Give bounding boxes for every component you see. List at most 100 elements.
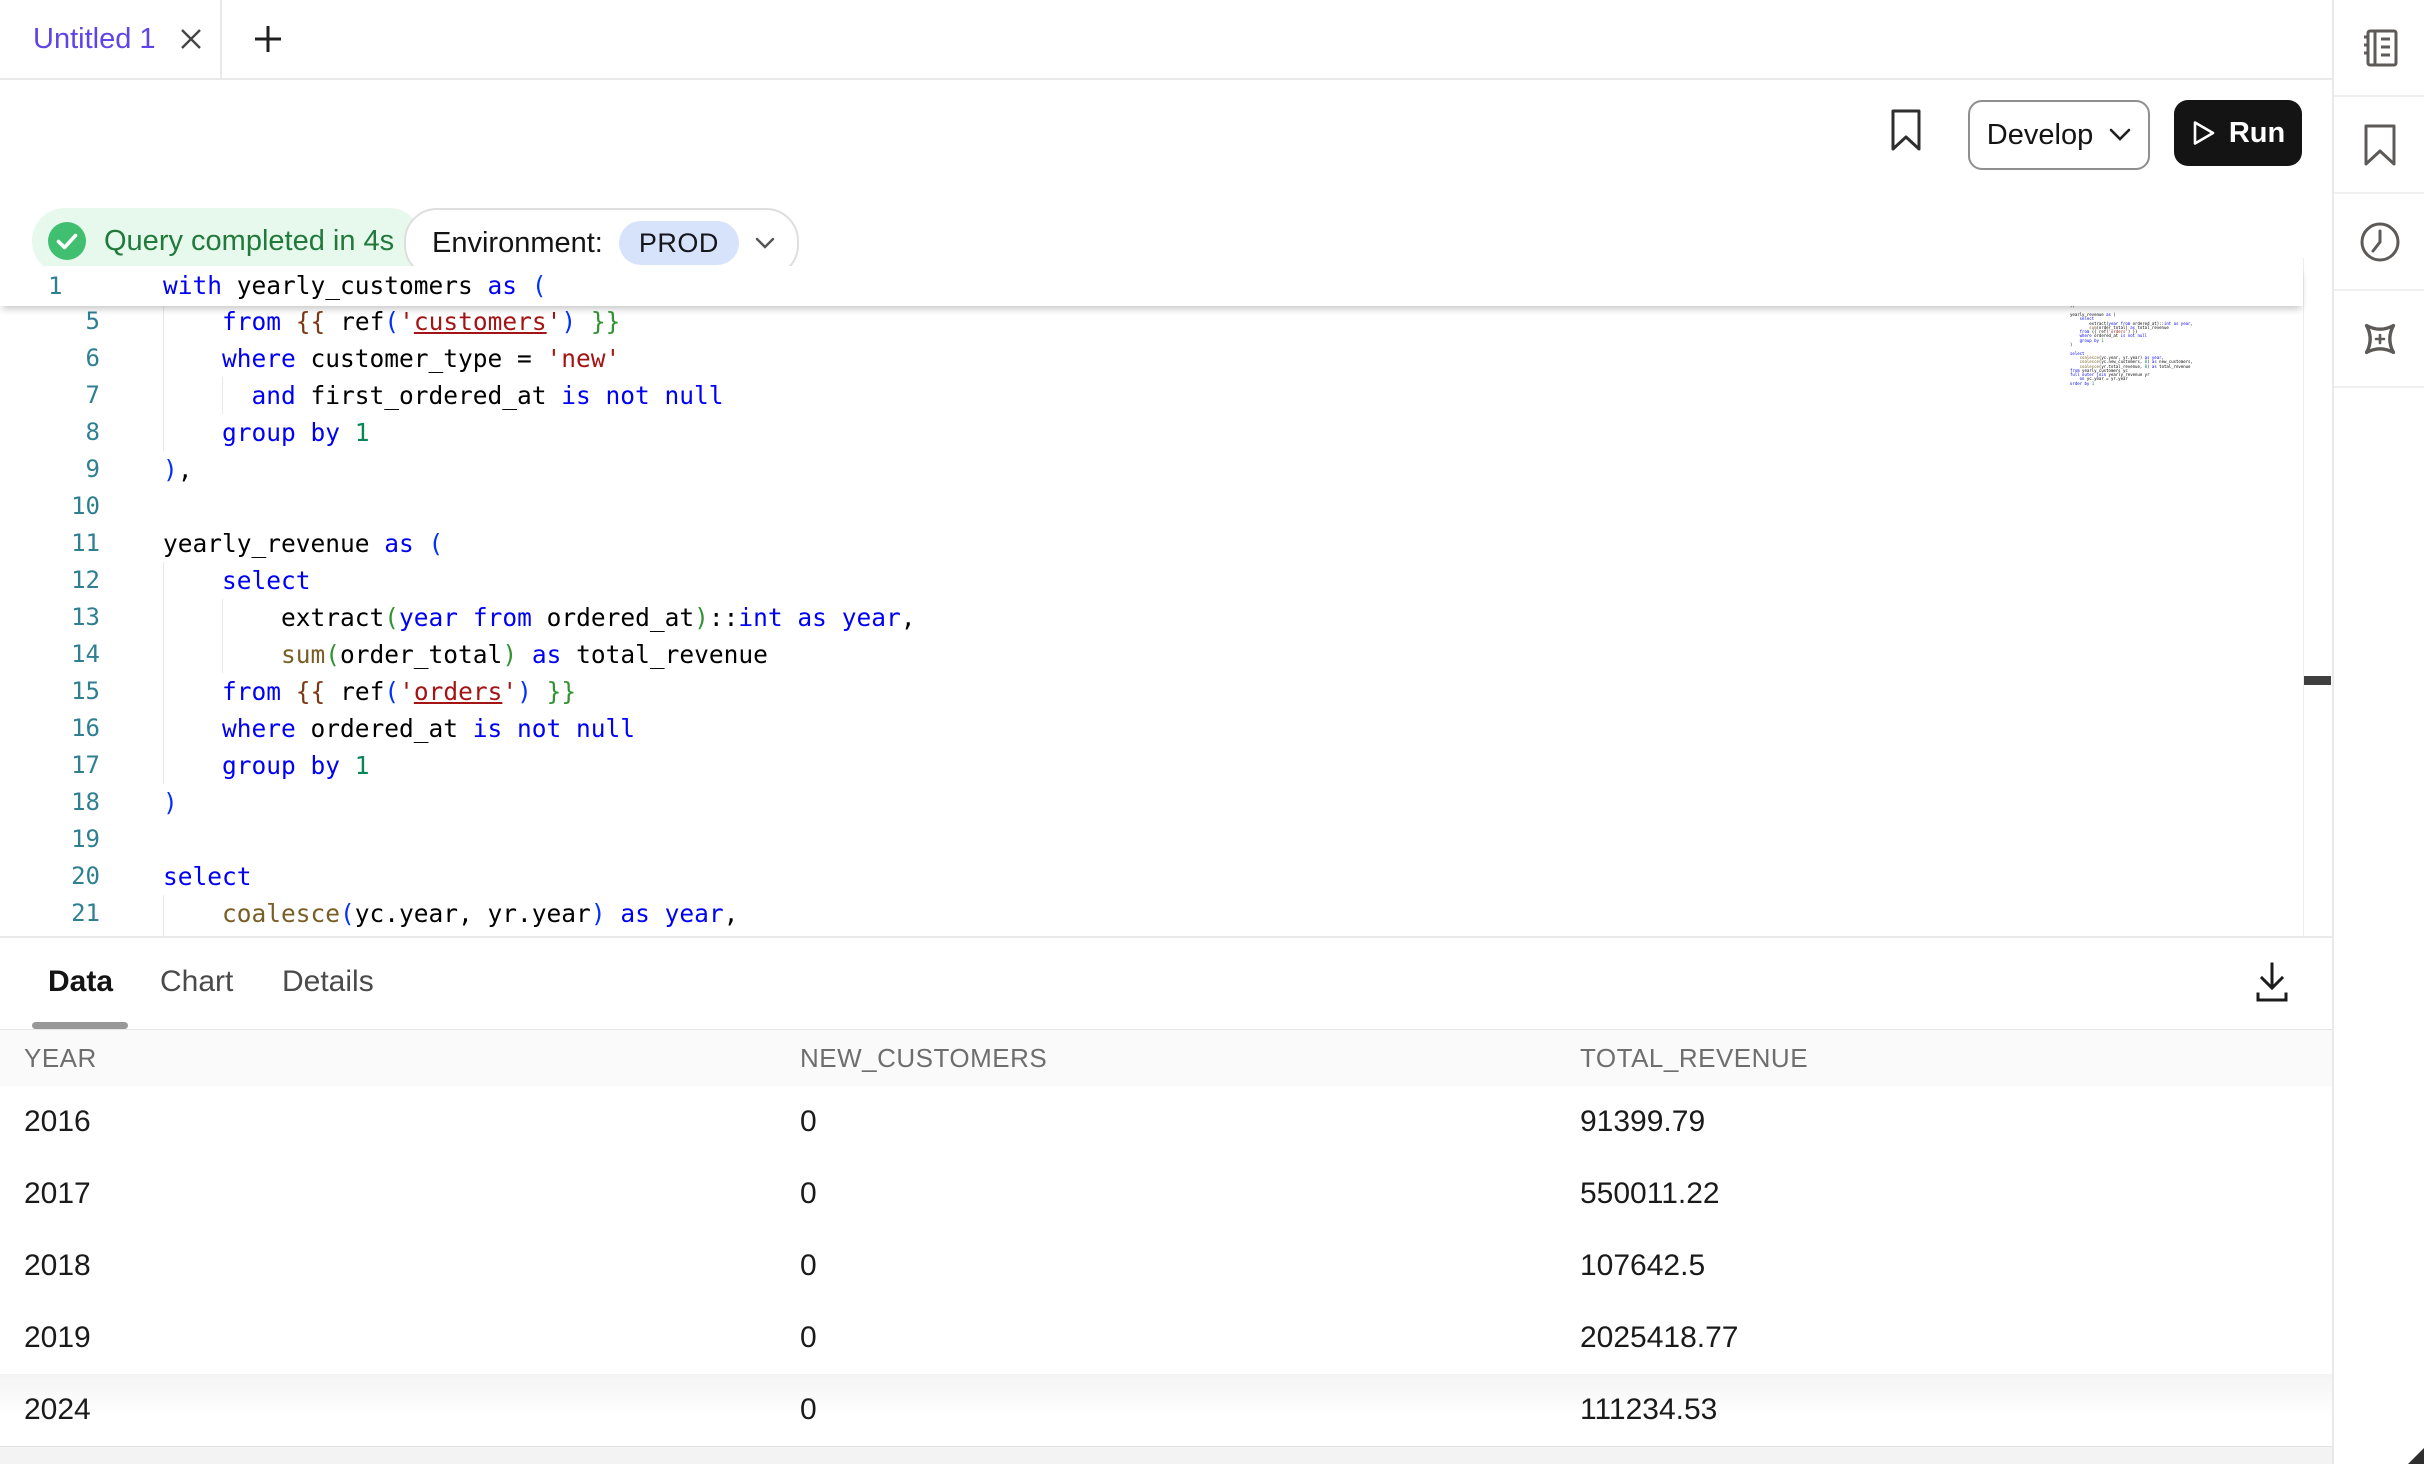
line-number: 9: [0, 451, 100, 488]
code-text: ): [163, 784, 178, 821]
line-number: 19: [0, 821, 100, 858]
cell-total-revenue: 2025418.77: [1580, 1302, 1739, 1373]
cell-total-revenue: 91399.79: [1580, 1086, 1705, 1157]
line-number: 11: [0, 525, 100, 562]
develop-dropdown-button[interactable]: Develop: [1968, 100, 2150, 170]
cell-new-customers: 0: [800, 1302, 817, 1373]
line-number: 20: [0, 858, 100, 895]
code-line[interactable]: 15 from {{ ref('orders') }}: [0, 673, 2303, 710]
tab-untitled-1[interactable]: Untitled 1: [0, 0, 234, 78]
tab-details[interactable]: Details: [282, 938, 374, 1026]
code-text: from {{ ref('orders') }}: [163, 673, 576, 710]
line-number: 18: [0, 784, 100, 821]
tab-chart[interactable]: Chart: [160, 938, 233, 1026]
cell-year: 2024: [24, 1374, 91, 1445]
environment-value-badge: PROD: [619, 221, 739, 265]
cell-year: 2017: [24, 1158, 91, 1229]
line-number: 13: [0, 599, 100, 636]
table-row: 2017 0 550011.22: [0, 1158, 2332, 1231]
column-header-year: YEAR: [24, 1030, 97, 1086]
editor-tab-bar: Untitled 1: [0, 0, 2332, 80]
chevron-down-icon: [2109, 128, 2131, 142]
check-circle-icon: [46, 220, 88, 262]
code-line[interactable]: 11 yearly_revenue as (: [0, 525, 2303, 562]
results-tab-bar: Data Chart Details: [0, 938, 2332, 1028]
editor-scrollbar-thumb[interactable]: [2304, 676, 2331, 685]
sticky-scroll-line[interactable]: 1 with yearly_customers as (: [0, 266, 2303, 306]
tab-divider: [220, 0, 222, 78]
code-editor[interactable]: 5 from {{ ref('customers') }}6 where cus…: [0, 303, 2303, 938]
code-line[interactable]: 13 extract(year from ordered_at)::int as…: [0, 599, 2303, 636]
bookmark-query-button[interactable]: [1884, 104, 1928, 156]
cell-new-customers: 0: [800, 1158, 817, 1229]
cell-new-customers: 0: [800, 1374, 817, 1445]
sidebar-item-notebook[interactable]: [2334, 0, 2424, 97]
code-line[interactable]: 14 sum(order_total) as total_revenue: [0, 636, 2303, 673]
cell-new-customers: 0: [800, 1230, 817, 1301]
code-line[interactable]: 18): [0, 784, 2303, 821]
line-number: 1: [0, 266, 108, 306]
chevron-down-icon: [755, 237, 775, 250]
code-text: select: [163, 562, 311, 599]
bookmark-icon: [1889, 108, 1923, 152]
code-line[interactable]: 7 and first_ordered_at is not null: [0, 377, 2303, 414]
code-text: coalesce(yc.new_customers, 0) as new_cus…: [163, 932, 915, 938]
code-line[interactable]: 9),: [0, 451, 2303, 488]
environment-label: Environment:: [432, 227, 603, 260]
plus-icon: [251, 22, 285, 56]
code-text: and first_ordered_at is not null: [163, 377, 724, 414]
code-line[interactable]: 19: [0, 821, 2303, 858]
sticky-code: with yearly_customers as (: [163, 266, 547, 306]
resize-handle[interactable]: [2408, 1448, 2424, 1464]
code-line[interactable]: 6 where customer_type = 'new': [0, 340, 2303, 377]
code-line[interactable]: 16 where ordered_at is not null: [0, 710, 2303, 747]
tab-label: Untitled 1: [33, 23, 156, 56]
line-number: 15: [0, 673, 100, 710]
code-line[interactable]: 8 group by 1: [0, 414, 2303, 451]
cell-year: 2019: [24, 1302, 91, 1373]
tab-data[interactable]: Data: [48, 938, 113, 1026]
line-number: 21: [0, 895, 100, 932]
close-tab-icon[interactable]: [174, 22, 208, 56]
sidebar-item-bookmarks[interactable]: [2334, 97, 2424, 194]
code-text: extract(year from ordered_at)::int as ye…: [163, 599, 915, 636]
line-number: 14: [0, 636, 100, 673]
code-line[interactable]: 21 coalesce(yc.year, yr.year) as year,: [0, 895, 2303, 932]
code-text: sum(order_total) as total_revenue: [163, 636, 768, 673]
table-scroll-strip[interactable]: [0, 1446, 2332, 1464]
code-line[interactable]: 10: [0, 488, 2303, 525]
code-line[interactable]: 12 select: [0, 562, 2303, 599]
table-header-row: YEAR NEW_CUSTOMERS TOTAL_REVENUE: [0, 1030, 2332, 1087]
line-number: 10: [0, 488, 100, 525]
cell-year: 2016: [24, 1086, 91, 1157]
clock-icon: [2357, 219, 2403, 265]
code-line[interactable]: 17 group by 1: [0, 747, 2303, 784]
column-header-new-customers: NEW_CUSTOMERS: [800, 1030, 1047, 1086]
download-results-button[interactable]: [2244, 954, 2300, 1010]
code-line[interactable]: 22 coalesce(yc.new_customers, 0) as new_…: [0, 932, 2303, 938]
play-icon: [2191, 119, 2217, 147]
code-line[interactable]: 20 select: [0, 858, 2303, 895]
cell-total-revenue: 107642.5: [1580, 1230, 1705, 1301]
sidebar-item-dbt-power-user[interactable]: [2334, 291, 2424, 388]
code-line[interactable]: 5 from {{ ref('customers') }}: [0, 303, 2303, 340]
table-row: 2016 0 91399.79: [0, 1086, 2332, 1159]
query-status-badge: Query completed in 4s: [32, 208, 422, 274]
code-text: group by 1: [163, 414, 370, 451]
table-row: 2024 0 111234.53: [0, 1374, 2332, 1446]
query-status-text: Query completed in 4s: [104, 225, 394, 258]
sidebar-item-history[interactable]: [2334, 194, 2424, 291]
code-text: select: [163, 858, 252, 895]
line-number: 12: [0, 562, 100, 599]
code-text: ),: [163, 451, 193, 488]
code-text: coalesce(yc.year, yr.year) as year,: [163, 895, 738, 932]
cell-total-revenue: 111234.53: [1580, 1374, 1717, 1445]
download-icon: [2252, 961, 2292, 1003]
new-tab-button[interactable]: [238, 0, 298, 78]
code-text: group by 1: [163, 747, 370, 784]
cell-new-customers: 0: [800, 1086, 817, 1157]
code-text: yearly_revenue as (: [163, 525, 443, 562]
code-text: from {{ ref('customers') }}: [163, 303, 620, 340]
table-row: 2019 0 2025418.77: [0, 1302, 2332, 1375]
run-button[interactable]: Run: [2174, 100, 2302, 166]
